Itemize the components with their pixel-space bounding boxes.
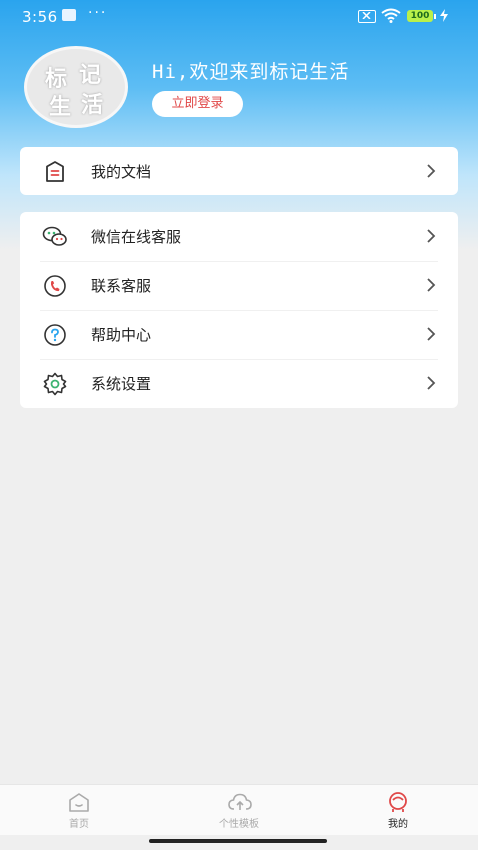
chevron-right-icon <box>427 376 436 390</box>
greeting-text: Hi,欢迎来到标记生活 <box>152 61 350 83</box>
service-card: 微信在线客服 联系客服 帮助中心 系统设置 <box>20 212 458 408</box>
tab-label: 首页 <box>69 819 89 830</box>
menu-item-my-documents[interactable]: 我的文档 <box>20 147 458 196</box>
tab-label: 我的 <box>388 819 408 830</box>
tab-mine[interactable]: 我的 <box>358 785 438 835</box>
phone-icon <box>44 275 66 297</box>
avatar-char: 记 <box>79 63 102 88</box>
menu-item-help-center[interactable]: 帮助中心 <box>20 310 458 359</box>
avatar[interactable]: 标 记 生 活 <box>24 46 128 128</box>
home-icon <box>69 793 89 812</box>
menu-item-contact-service[interactable]: 联系客服 <box>20 261 458 310</box>
chevron-right-icon <box>427 229 436 243</box>
cloud-icon <box>228 793 252 810</box>
status-time: 3:56 <box>22 8 58 26</box>
menu-item-label: 系统设置 <box>91 375 152 393</box>
wrench-icon <box>62 9 76 21</box>
notification-dots: ··· <box>88 5 108 21</box>
tab-templates[interactable]: 个性模板 <box>199 785 279 835</box>
gear-icon <box>43 372 67 396</box>
help-icon <box>44 324 66 346</box>
avatar-char: 活 <box>81 93 104 118</box>
battery-icon: 100 <box>407 10 433 22</box>
tab-label: 个性模板 <box>219 819 259 830</box>
menu-item-label: 联系客服 <box>91 277 152 295</box>
wifi-icon <box>381 8 401 23</box>
document-icon <box>46 161 64 182</box>
chevron-right-icon <box>427 164 436 178</box>
menu-item-label: 微信在线客服 <box>91 228 182 246</box>
chevron-right-icon <box>427 278 436 292</box>
menu-item-label: 帮助中心 <box>91 326 152 344</box>
no-sim-icon <box>358 10 376 23</box>
status-bar: 3:56 ··· 100 <box>0 0 478 32</box>
tab-home[interactable]: 首页 <box>39 785 119 835</box>
wechat-icon <box>42 226 67 246</box>
documents-card: 我的文档 <box>20 147 458 195</box>
profile-icon <box>389 792 407 812</box>
home-indicator[interactable] <box>149 839 327 843</box>
menu-item-system-settings[interactable]: 系统设置 <box>20 359 458 408</box>
login-button[interactable]: 立即登录 <box>152 91 243 117</box>
menu-item-label: 我的文档 <box>91 163 152 181</box>
bottom-tab-bar: 首页 个性模板 我的 <box>0 784 478 835</box>
chevron-right-icon <box>427 327 436 341</box>
charging-icon <box>440 9 448 22</box>
battery-cap <box>434 14 436 19</box>
menu-item-wechat-service[interactable]: 微信在线客服 <box>20 212 458 261</box>
avatar-char: 生 <box>49 95 72 120</box>
